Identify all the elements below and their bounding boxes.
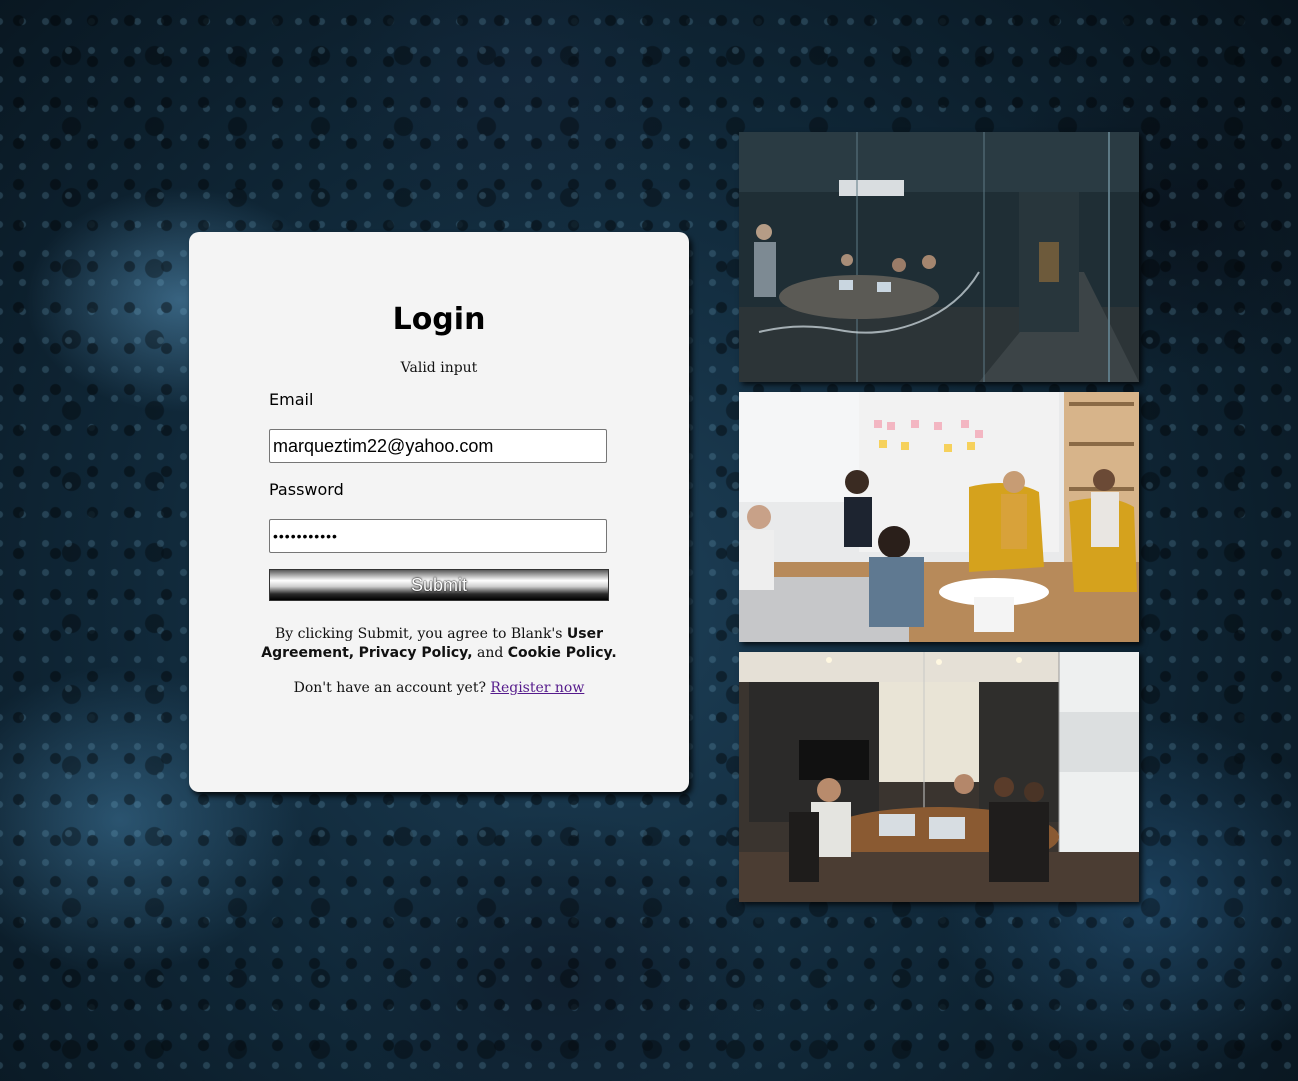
terms-notice: By clicking Submit, you agree to Blank's… <box>259 625 619 663</box>
validation-status: Valid input <box>400 360 478 376</box>
cookie-policy-link[interactable]: Cookie Policy. <box>508 645 617 661</box>
email-label: Email <box>269 390 314 409</box>
privacy-policy-link[interactable]: Privacy Policy, <box>359 645 473 661</box>
password-field[interactable] <box>269 519 607 553</box>
register-prompt-text: Don't have an account yet? <box>293 680 486 696</box>
conference-room-laptops-photo <box>739 652 1139 902</box>
login-title: Login <box>392 302 486 337</box>
team-lounge-discussion-photo <box>739 392 1139 642</box>
office-meeting-glass-room-photo <box>739 132 1139 382</box>
password-label: Password <box>269 480 344 499</box>
register-link[interactable]: Register now <box>490 680 584 696</box>
terms-and: and <box>476 645 504 661</box>
submit-button[interactable]: Submit <box>269 569 609 601</box>
login-card: Login Valid input Email Password Submit … <box>189 232 689 792</box>
register-prompt: Don't have an account yet? Register now <box>189 680 689 696</box>
terms-prefix: By clicking Submit, you agree to Blank's <box>274 626 563 642</box>
email-field[interactable] <box>269 429 607 463</box>
